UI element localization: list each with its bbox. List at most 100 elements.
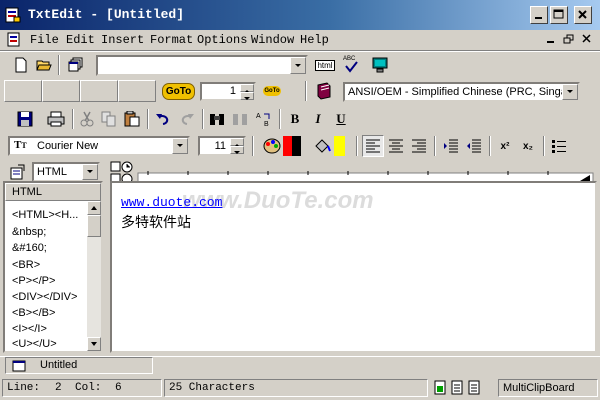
underline-button[interactable]: U — [330, 108, 352, 130]
bullet-list-button[interactable] — [548, 135, 570, 157]
tag-mode-select[interactable]: HTML — [32, 162, 100, 182]
encoding-dropdown-button[interactable] — [562, 84, 578, 100]
align-left-button[interactable] — [362, 135, 384, 157]
list-item[interactable]: <U></U> — [12, 338, 57, 350]
goto-button[interactable]: GoTo — [160, 80, 197, 102]
checkmark-icon — [345, 61, 358, 73]
close-button[interactable] — [574, 6, 592, 24]
tab-untitled[interactable]: Untitled — [5, 357, 153, 374]
line-up-button[interactable] — [240, 84, 254, 93]
font-size-stepper[interactable]: 11 — [198, 136, 246, 156]
text-color-button[interactable] — [259, 135, 305, 157]
indent-button[interactable] — [440, 135, 462, 157]
font-family-select[interactable]: TT Courier New — [8, 136, 190, 156]
document-tab-icon — [12, 360, 26, 372]
tag-list-header-label: HTML — [12, 186, 42, 198]
menu-window[interactable]: Window — [251, 33, 294, 47]
open-file-button[interactable] — [33, 54, 55, 76]
paste-button[interactable] — [121, 108, 143, 130]
highlight-color-button[interactable] — [309, 135, 349, 157]
tag-panel-icon-button[interactable] — [6, 161, 28, 183]
italic-button[interactable]: I — [307, 108, 329, 130]
new-file-icon — [15, 57, 27, 73]
tag-list-scrollbar[interactable] — [87, 201, 101, 351]
list-item[interactable]: <P></P> — [12, 275, 55, 287]
chevron-down-icon — [295, 64, 301, 67]
font-dropdown-button[interactable] — [172, 138, 188, 154]
editor-line-2: 多特软件站 — [121, 214, 191, 230]
menu-edit[interactable]: Edit — [66, 33, 95, 47]
list-item[interactable]: <DIV></DIV> — [12, 291, 77, 303]
book-icon — [317, 82, 331, 100]
line-number-stepper[interactable]: 1 — [200, 82, 256, 101]
mdi-close-button[interactable] — [580, 33, 594, 46]
goto-small-button[interactable]: GoTo — [261, 80, 283, 102]
printer-icon — [47, 111, 65, 127]
maximize-button[interactable] — [550, 6, 568, 24]
new-file-button[interactable] — [10, 54, 32, 76]
font-type-icon: TT — [14, 139, 27, 151]
app-icon[interactable] — [5, 7, 21, 23]
menu-help[interactable]: Help — [300, 33, 329, 47]
size-down-button[interactable] — [230, 146, 244, 154]
bullet-list-icon — [552, 140, 566, 153]
bold-button[interactable]: B — [284, 108, 306, 130]
list-item[interactable]: &#160; — [12, 242, 47, 254]
minimize-button[interactable] — [530, 6, 548, 24]
cut-button[interactable] — [76, 108, 98, 130]
svg-text:A: A — [256, 113, 261, 120]
document-icon[interactable] — [6, 32, 22, 48]
menu-format[interactable]: Format — [150, 33, 193, 47]
status-position: Line: 2 Col: 6 — [2, 379, 162, 397]
mdi-restore-button[interactable] — [562, 33, 576, 46]
find-next-button[interactable] — [229, 108, 251, 130]
align-center-button[interactable] — [385, 135, 407, 157]
menu-options[interactable]: Options — [197, 33, 247, 47]
scroll-down-button[interactable] — [87, 337, 101, 351]
superscript-button[interactable]: x² — [494, 135, 516, 157]
html-button[interactable]: html — [313, 54, 337, 76]
encoding-value: ANSI/OEM - Simplified Chinese (PRC, Sing… — [348, 86, 580, 98]
encoding-select[interactable]: ANSI/OEM - Simplified Chinese (PRC, Sing… — [343, 82, 580, 102]
line-down-button[interactable] — [240, 92, 254, 100]
status-clipboard[interactable]: MultiClipBoard — [498, 379, 598, 397]
title-bar[interactable]: TxtEdit - [Untitled] — [0, 0, 600, 30]
codepage-button[interactable] — [312, 80, 336, 102]
copy-button[interactable] — [98, 108, 120, 130]
save-button[interactable] — [13, 108, 37, 130]
col-value: 6 — [115, 382, 122, 394]
replace-button[interactable]: AB — [253, 108, 275, 130]
cascade-windows-button[interactable] — [65, 54, 87, 76]
preview-button[interactable] — [368, 54, 392, 76]
clipboard-slot-icons[interactable] — [434, 380, 494, 396]
line-number-value: 1 — [229, 85, 236, 97]
url-dropdown-button[interactable] — [290, 57, 306, 74]
mdi-minimize-button[interactable] — [544, 33, 558, 46]
scroll-thumb[interactable] — [87, 215, 101, 237]
print-button[interactable] — [44, 108, 68, 130]
url-combobox[interactable] — [96, 55, 308, 76]
outdent-button[interactable] — [463, 135, 485, 157]
scroll-up-button[interactable] — [87, 201, 101, 215]
list-item[interactable]: &nbsp; — [12, 226, 46, 238]
align-right-button[interactable] — [408, 135, 430, 157]
line-value: 2 — [55, 382, 62, 394]
undo-button[interactable] — [152, 108, 174, 130]
list-item[interactable]: <BR> — [12, 259, 40, 271]
spell-check-button[interactable]: ABC — [339, 54, 363, 76]
outdent-icon — [467, 139, 481, 153]
list-item[interactable]: <HTML><H... — [12, 209, 78, 221]
menu-file[interactable]: File — [30, 33, 59, 47]
tag-mode-dropdown-button[interactable] — [82, 164, 98, 180]
status-bar: Line: 2 Col: 6 25 Characters MultiClipBo… — [0, 377, 600, 399]
subscript-button[interactable]: x₂ — [517, 135, 539, 157]
redo-button[interactable] — [176, 108, 198, 130]
list-item[interactable]: <I></I> — [12, 323, 47, 335]
editor-text-area[interactable]: www.DuoTe.com www.duote.com 多特软件站 — [110, 181, 597, 353]
goto-small-label: GoTo — [263, 86, 281, 96]
menu-insert[interactable]: Insert — [101, 33, 144, 47]
list-item[interactable]: <B></B> — [12, 307, 55, 319]
palette-icon — [263, 138, 281, 154]
find-button[interactable] — [206, 108, 228, 130]
size-up-button[interactable] — [230, 138, 244, 147]
